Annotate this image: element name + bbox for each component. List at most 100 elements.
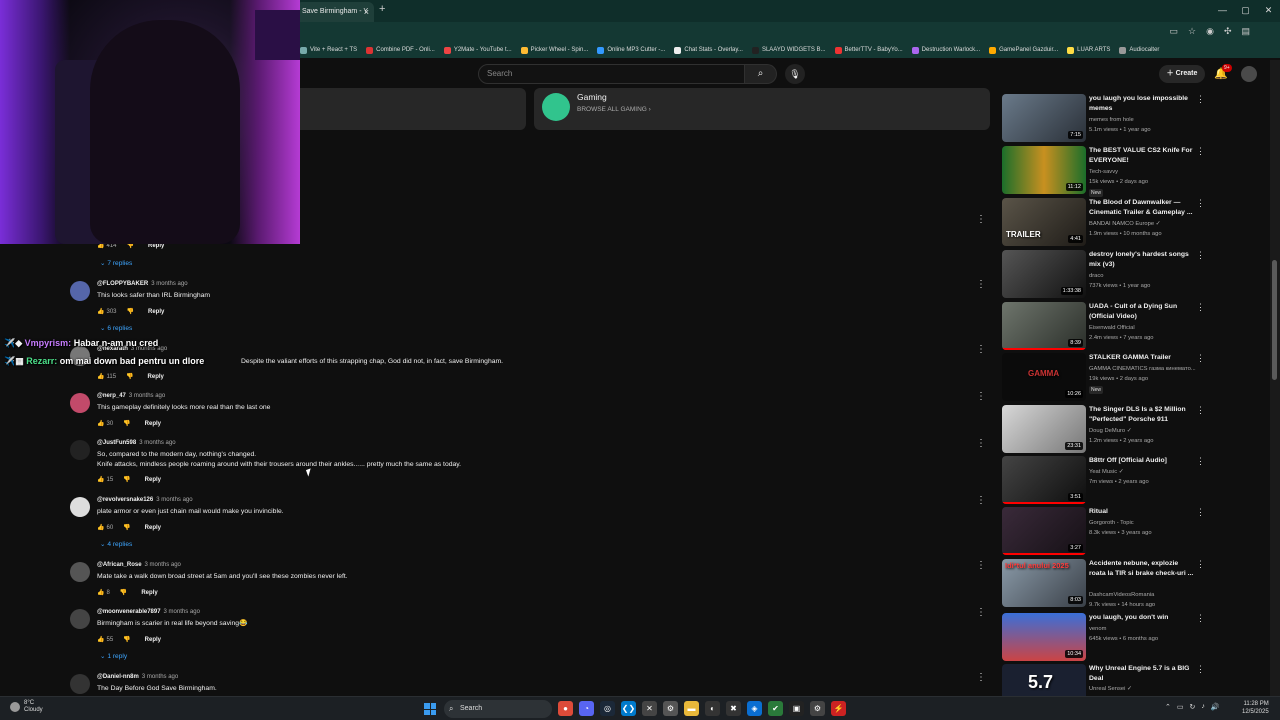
like-icon[interactable]: 👍 xyxy=(97,589,104,596)
avatar[interactable] xyxy=(70,497,90,517)
app-icon[interactable]: ✖ xyxy=(726,701,741,716)
install-icon[interactable]: ▭ xyxy=(1169,26,1178,37)
search-icon[interactable]: ⌕ xyxy=(745,64,777,84)
like-icon[interactable]: 👍 xyxy=(97,476,104,483)
extensions-puzzle-icon[interactable]: ✣ xyxy=(1224,26,1232,37)
video-thumbnail[interactable]: 11:12 xyxy=(1002,146,1086,194)
recommended-video[interactable]: 11:12 The BEST VALUE CS2 Knife For EVERY… xyxy=(1002,146,1266,197)
bookmark-item[interactable]: LUAR ARTS xyxy=(1067,46,1110,54)
close-window-button[interactable]: ✕ xyxy=(1257,0,1280,22)
recommended-video[interactable]: 1:33:38 destroy lonely's hardest songs m… xyxy=(1002,250,1266,298)
bookmark-item[interactable]: Combine PDF - Onli... xyxy=(366,46,435,54)
dislike-icon[interactable]: 👎 xyxy=(126,373,133,380)
video-thumbnail[interactable]: Idi*tul anului 2025 8:03 xyxy=(1002,559,1086,607)
reply-button[interactable]: Reply xyxy=(145,525,161,531)
page-scrollbar[interactable] xyxy=(1270,60,1280,696)
reply-button[interactable]: Reply xyxy=(145,421,161,427)
recommended-video[interactable]: 5.7 Why Unreal Engine 5.7 is a BIG Deal … xyxy=(1002,664,1266,696)
more-options-icon[interactable]: ⋮ xyxy=(976,672,986,683)
recommended-video[interactable]: Idi*tul anului 2025 8:03 Accidente nebune… xyxy=(1002,559,1266,608)
avatar[interactable] xyxy=(70,562,90,582)
app-icon[interactable]: ✕ xyxy=(642,701,657,716)
avatar[interactable] xyxy=(70,393,90,413)
video-thumbnail[interactable]: 7:15 xyxy=(1002,94,1086,142)
steam-icon[interactable]: ◎ xyxy=(600,701,615,716)
bookmark-item[interactable]: Chat Stats - Overlay... xyxy=(674,46,743,54)
app-icon[interactable]: ⚡ xyxy=(831,701,846,716)
dislike-icon[interactable]: 👎 xyxy=(123,636,130,643)
close-tab-icon[interactable]: × xyxy=(364,2,369,22)
video-thumbnail[interactable]: 3:27 xyxy=(1002,507,1086,555)
mic-icon[interactable]: ♪ xyxy=(1201,703,1205,711)
video-thumbnail[interactable]: 3:51 xyxy=(1002,456,1086,504)
bookmark-item[interactable]: Audiocalter xyxy=(1119,46,1159,54)
video-thumbnail[interactable]: 1:33:38 xyxy=(1002,250,1086,298)
create-button[interactable]: ＋ Create xyxy=(1159,65,1205,83)
view-replies-button[interactable]: ⌄ 1 reply xyxy=(100,652,127,660)
app-icon[interactable]: ✔ xyxy=(768,701,783,716)
bookmark-item[interactable]: SLAAYD WIDGETS B... xyxy=(751,46,826,54)
video-thumbnail[interactable]: GAMMA 10:26 xyxy=(1002,353,1086,401)
network-icon[interactable]: ▭ xyxy=(1177,703,1184,711)
more-options-icon[interactable]: ⋮ xyxy=(1196,559,1205,570)
more-options-icon[interactable]: ⋮ xyxy=(1196,250,1205,261)
video-thumbnail[interactable]: 23:31 xyxy=(1002,405,1086,453)
dislike-icon[interactable]: 👎 xyxy=(120,589,127,596)
video-thumbnail[interactable]: 5.7 xyxy=(1002,664,1086,696)
view-replies-button[interactable]: ⌄ 4 replies xyxy=(100,540,132,548)
bookmark-item[interactable]: Y2Mate - YouTube t... xyxy=(443,46,512,54)
bookmark-item[interactable]: Vite + React + TS xyxy=(300,46,357,54)
like-icon[interactable]: 👍 xyxy=(97,636,104,643)
browser-tab[interactable]: Save Birmingham - Y × xyxy=(296,2,374,22)
video-thumbnail[interactable]: 10:34 xyxy=(1002,613,1086,661)
dislike-icon[interactable]: 👎 xyxy=(127,308,134,315)
more-options-icon[interactable]: ⋮ xyxy=(1196,613,1205,624)
like-icon[interactable]: 👍 xyxy=(97,420,104,427)
taskbar-search[interactable]: Search xyxy=(444,700,552,718)
windows-start-icon[interactable] xyxy=(424,703,436,715)
reply-button[interactable]: Reply xyxy=(148,374,164,380)
reply-button[interactable]: Reply xyxy=(141,590,157,596)
obs-icon[interactable]: ⚙ xyxy=(663,701,678,716)
extension-icon[interactable]: ◉ xyxy=(1206,26,1214,37)
microphone-icon[interactable]: 🎙 xyxy=(785,64,805,84)
refresh-icon[interactable]: ↻ xyxy=(1190,703,1196,711)
like-icon[interactable]: 👍 xyxy=(97,524,104,531)
bookmark-item[interactable]: Destruction Warlock... xyxy=(911,46,980,54)
avatar[interactable] xyxy=(70,440,90,460)
more-options-icon[interactable]: ⋮ xyxy=(976,438,986,449)
reply-button[interactable]: Reply xyxy=(145,477,161,483)
account-avatar[interactable] xyxy=(1241,66,1257,82)
recommended-video[interactable]: 7:15 you laugh you lose impossible memes… xyxy=(1002,94,1266,142)
more-options-icon[interactable]: ⋮ xyxy=(1196,456,1205,467)
search-input[interactable]: Search xyxy=(478,64,745,84)
avatar[interactable] xyxy=(70,609,90,629)
app-icon[interactable]: ◈ xyxy=(747,701,762,716)
reply-button[interactable]: Reply xyxy=(145,637,161,643)
more-options-icon[interactable]: ⋮ xyxy=(976,214,986,225)
chrome-icon[interactable]: ● xyxy=(558,701,573,716)
more-options-icon[interactable]: ⋮ xyxy=(976,495,986,506)
more-options-icon[interactable]: ⋮ xyxy=(1196,94,1205,105)
more-options-icon[interactable]: ⋮ xyxy=(976,279,986,290)
recommended-video[interactable]: 8:39 UADA - Cult of a Dying Sun (Officia… xyxy=(1002,302,1266,350)
bookmark-item[interactable]: Picker Wheel - Spin... xyxy=(520,46,588,54)
more-options-icon[interactable]: ⋮ xyxy=(1196,664,1205,675)
dislike-icon[interactable]: 👎 xyxy=(123,524,130,531)
reply-button[interactable]: Reply xyxy=(148,309,164,315)
chevron-up-icon[interactable]: ⌃ xyxy=(1165,703,1171,711)
more-options-icon[interactable]: ⋮ xyxy=(1196,353,1205,364)
bookmark-item[interactable]: GamePanel Gazduir... xyxy=(989,46,1058,54)
weather-widget[interactable]: 8°C Cloudy xyxy=(10,700,43,714)
more-options-icon[interactable]: ⋮ xyxy=(976,560,986,571)
bookmark-item[interactable]: Online MP3 Cutter -... xyxy=(597,46,665,54)
more-options-icon[interactable]: ⋮ xyxy=(976,607,986,618)
recommended-video[interactable]: GAMMA 10:26 STALKER GAMMA Trailer GAMMA C… xyxy=(1002,353,1266,401)
more-options-icon[interactable]: ⋮ xyxy=(1196,405,1205,416)
recommended-video[interactable]: 3:27 Ritual Gorgoroth - Topic 8.3k views… xyxy=(1002,507,1266,555)
category-card[interactable] xyxy=(300,88,526,130)
recommended-video[interactable]: 23:31 The Singer DLS Is a $2 Million "Pe… xyxy=(1002,405,1266,453)
taskbar-clock[interactable]: 11:28 PM 12/5/2025 xyxy=(1242,700,1269,716)
browse-gaming-link[interactable]: BROWSE ALL GAMING › xyxy=(577,106,651,113)
video-thumbnail[interactable]: 8:39 xyxy=(1002,302,1086,350)
